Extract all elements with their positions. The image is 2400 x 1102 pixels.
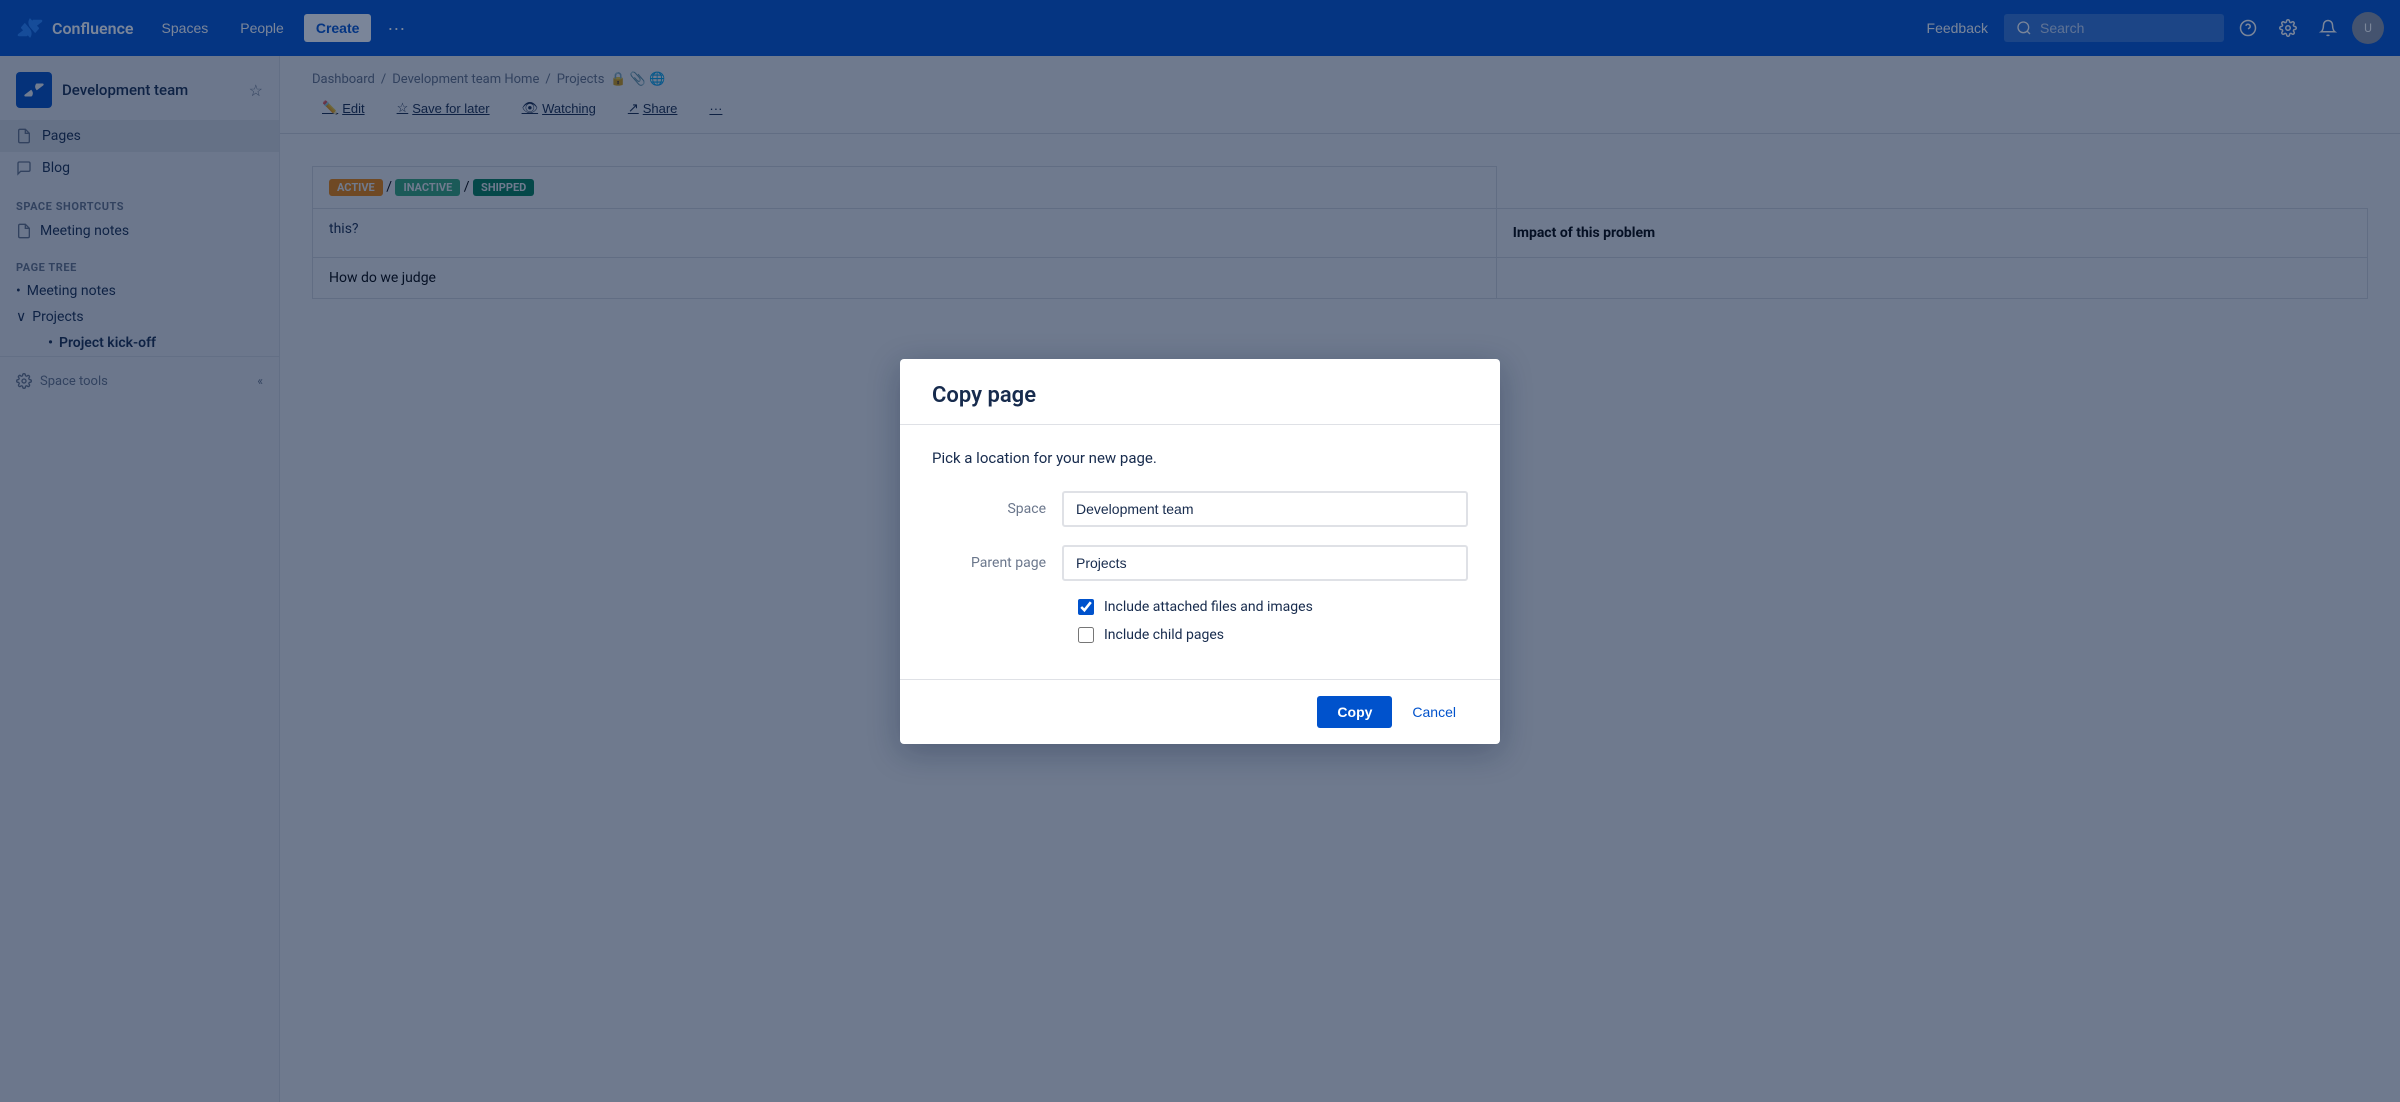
copy-page-modal: Copy page Pick a location for your new p… [900,359,1500,744]
cancel-button[interactable]: Cancel [1400,696,1468,728]
modal-overlay[interactable]: Copy page Pick a location for your new p… [0,0,2400,1102]
space-field-row: Space [932,491,1468,527]
copy-button[interactable]: Copy [1317,696,1392,728]
parent-page-label: Parent page [932,555,1062,571]
include-attached-label[interactable]: Include attached files and images [1104,599,1313,615]
parent-page-input[interactable] [1062,545,1468,581]
include-child-checkbox[interactable] [1078,627,1094,643]
space-label: Space [932,501,1062,517]
modal-title: Copy page [932,383,1468,408]
include-attached-checkbox[interactable] [1078,599,1094,615]
modal-subtitle: Pick a location for your new page. [932,449,1468,467]
parent-page-field-row: Parent page [932,545,1468,581]
include-child-label[interactable]: Include child pages [1104,627,1224,643]
include-child-row: Include child pages [932,627,1468,643]
modal-footer: Copy Cancel [900,679,1500,744]
modal-header: Copy page [900,359,1500,425]
include-attached-row: Include attached files and images [932,599,1468,615]
modal-body: Pick a location for your new page. Space… [900,425,1500,679]
space-input[interactable] [1062,491,1468,527]
